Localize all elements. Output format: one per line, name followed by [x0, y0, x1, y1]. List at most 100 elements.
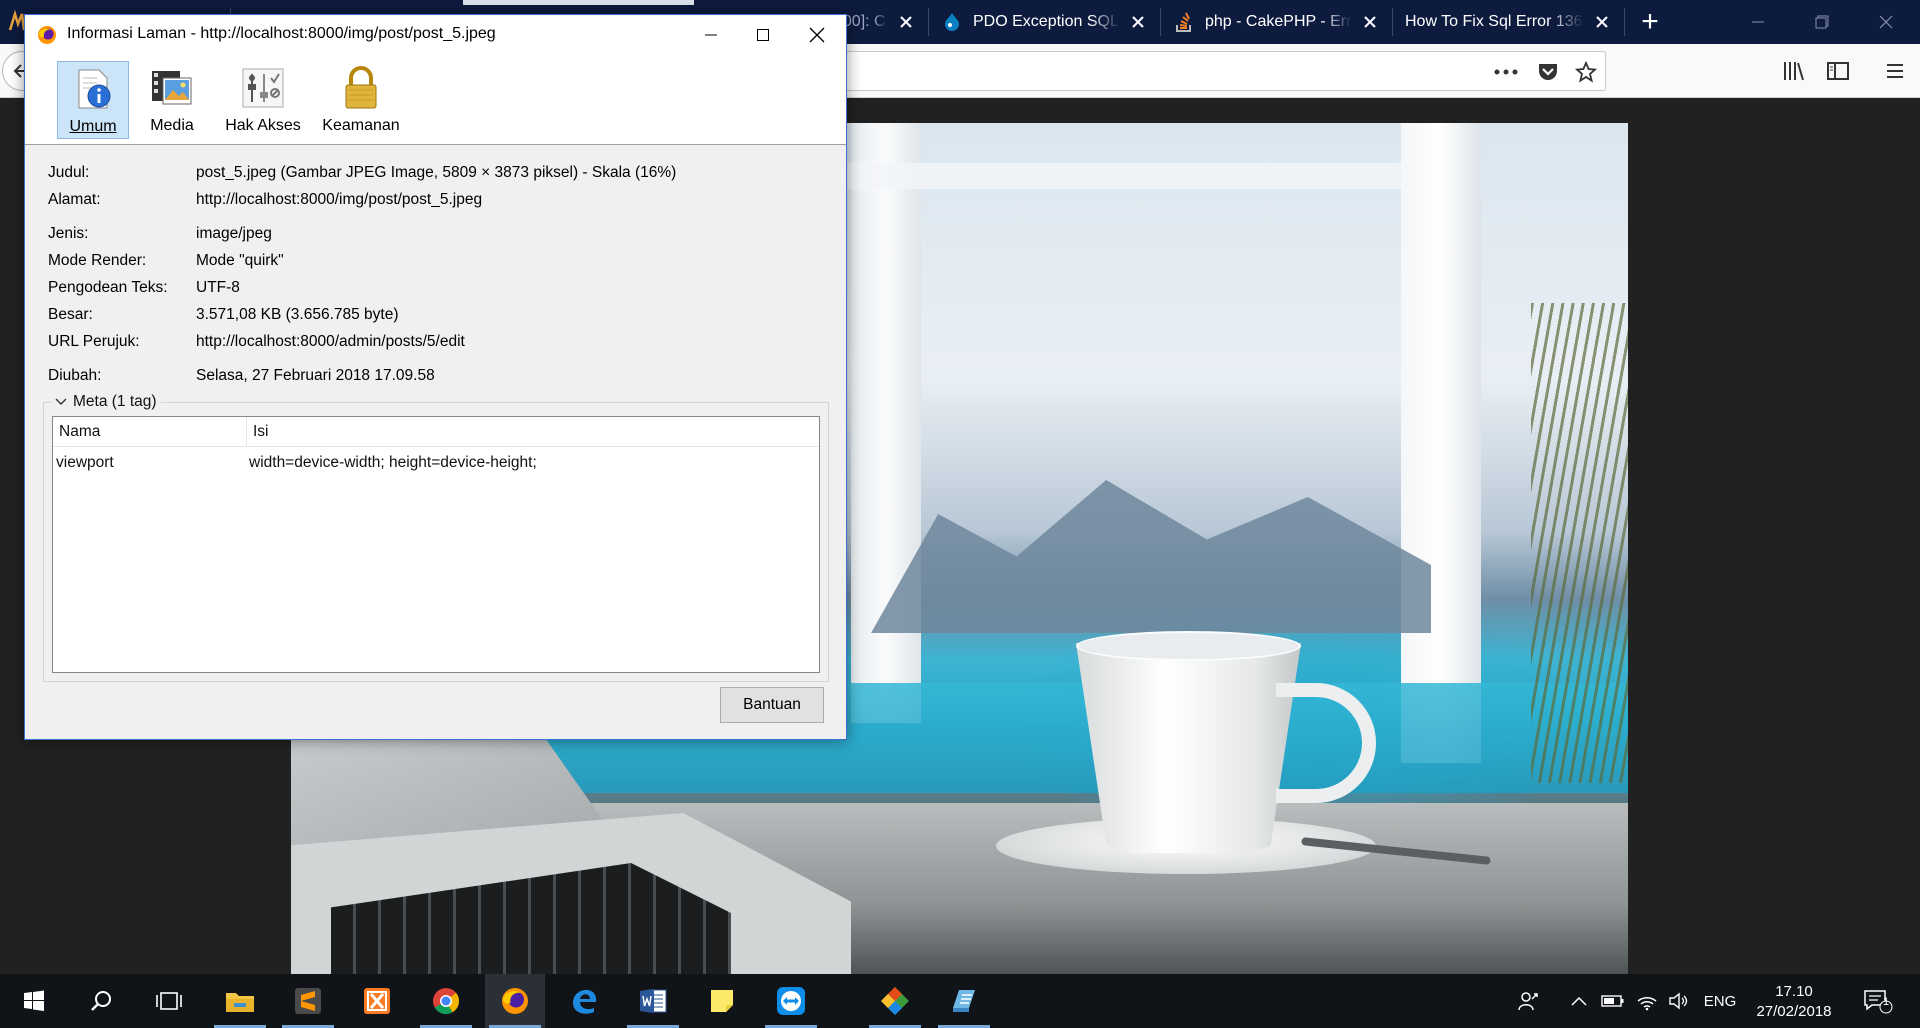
tab-close-icon[interactable]	[1360, 12, 1380, 32]
info-value: http://localhost:8000/admin/posts/5/edit	[196, 333, 465, 350]
tab-media-label: Media	[150, 117, 194, 134]
help-button[interactable]: Bantuan	[720, 687, 824, 723]
dialog-close-button[interactable]	[789, 15, 845, 55]
clock-date: 27/02/2018	[1756, 1003, 1832, 1020]
page-info-dialog: Informasi Laman - http://localhost:8000/…	[24, 14, 847, 740]
dialog-tab-toolbar: Umum Media Hak Akses Keamanan	[25, 55, 846, 145]
start-button[interactable]	[4, 974, 64, 1028]
meta-header-label: Meta (1 tag)	[73, 393, 157, 410]
browser-minimize-button[interactable]	[1730, 0, 1786, 44]
dialog-maximize-button[interactable]	[735, 15, 791, 55]
table-row[interactable]: viewport width=device-width; height=devi…	[53, 449, 819, 477]
info-row-pengodean: Pengodean Teks: UTF-8	[25, 279, 846, 301]
active-tab-strip	[463, 0, 694, 5]
tab-keamanan[interactable]: Keamanan	[315, 61, 407, 139]
git-icon[interactable]	[865, 974, 925, 1028]
hamburger-menu-icon[interactable]	[1880, 56, 1910, 86]
clock-time: 17.10	[1775, 983, 1813, 1000]
info-label: Diubah:	[48, 367, 102, 384]
file-explorer-icon[interactable]	[210, 974, 270, 1028]
tab-close-icon[interactable]	[896, 12, 916, 32]
tab-label: php - CakePHP - Err	[1205, 13, 1352, 30]
info-row-url-perujuk: URL Perujuk: http://localhost:8000/admin/…	[25, 333, 846, 355]
browser-close-button[interactable]	[1858, 0, 1914, 44]
info-label: Pengodean Teks:	[48, 279, 168, 296]
teamviewer-icon[interactable]	[761, 974, 821, 1028]
info-row-besar: Besar: 3.571,08 KB (3.656.785 byte)	[25, 306, 846, 328]
page-actions-icon[interactable]	[1491, 62, 1521, 82]
tab-close-icon[interactable]	[1128, 12, 1148, 32]
sidebar-icon[interactable]	[1823, 56, 1853, 86]
chrome-icon[interactable]	[416, 974, 476, 1028]
meta-table[interactable]: Nama Isi viewport width=device-width; he…	[52, 416, 820, 673]
info-value: UTF-8	[196, 279, 240, 296]
browser-restore-button[interactable]	[1794, 0, 1850, 44]
pocket-icon[interactable]	[1535, 60, 1561, 84]
info-label: Mode Render:	[48, 252, 147, 269]
language-indicator[interactable]: ENG	[1698, 974, 1742, 1028]
media-icon	[149, 65, 195, 111]
info-label: Alamat:	[48, 191, 101, 208]
info-value: Selasa, 27 Februari 2018 17.09.58	[196, 367, 435, 384]
tab-umum[interactable]: Umum	[57, 61, 129, 139]
tab-cakephp[interactable]: php - CakePHP - Err	[1161, 0, 1392, 44]
tab-close-icon[interactable]	[1592, 12, 1612, 32]
people-icon[interactable]	[1510, 974, 1546, 1028]
info-row-diubah: Diubah: Selasa, 27 Februari 2018 17.09.58	[25, 367, 846, 389]
bookmark-star-icon[interactable]	[1573, 60, 1599, 84]
sticky-notes-icon[interactable]	[692, 974, 752, 1028]
column-header-nama[interactable]: Nama	[53, 417, 246, 447]
dialog-title: Informasi Laman - http://localhost:8000/…	[67, 25, 496, 42]
tab-hak-akses-label: Hak Akses	[225, 117, 301, 134]
new-tab-button[interactable]: +	[1630, 0, 1670, 44]
action-center-icon[interactable]: 1	[1858, 974, 1898, 1028]
info-row-judul: Judul: post_5.jpeg (Gambar JPEG Image, 58…	[25, 164, 846, 186]
sublime-text-icon[interactable]	[278, 974, 338, 1028]
meta-toggle[interactable]: Meta (1 tag)	[51, 391, 161, 413]
drupal-icon	[941, 11, 963, 33]
info-value: Mode "quirk"	[196, 252, 284, 269]
tab-label: PDO Exception SQL	[973, 13, 1119, 30]
task-view-icon[interactable]	[139, 974, 199, 1028]
wifi-icon[interactable]	[1632, 974, 1662, 1028]
tab-pdo-exception[interactable]: PDO Exception SQL	[929, 0, 1160, 44]
info-row-jenis: Jenis: image/jpeg	[25, 225, 846, 247]
firefox-icon[interactable]	[485, 974, 545, 1028]
info-row-mode-render: Mode Render: Mode "quirk"	[25, 252, 846, 274]
info-value: image/jpeg	[196, 225, 272, 242]
xampp-icon[interactable]	[347, 974, 407, 1028]
info-label: URL Perujuk:	[48, 333, 140, 350]
windows-taskbar: ENG 17.10 27/02/2018 1	[0, 974, 1920, 1028]
meta-table-header: Nama Isi	[53, 417, 819, 447]
info-label: Judul:	[48, 164, 90, 181]
tab-hak-akses[interactable]: Hak Akses	[215, 61, 311, 139]
battery-icon[interactable]	[1598, 974, 1628, 1028]
chevron-down-icon	[53, 394, 69, 410]
dialog-minimize-button[interactable]	[683, 15, 739, 55]
info-label: Jenis:	[48, 225, 89, 242]
word-icon[interactable]	[623, 974, 683, 1028]
library-icon[interactable]	[1779, 56, 1809, 86]
dialog-titlebar[interactable]: Informasi Laman - http://localhost:8000/…	[25, 15, 846, 55]
info-row-alamat: Alamat: http://localhost:8000/img/post/po…	[25, 191, 846, 213]
tab-media[interactable]: Media	[137, 61, 207, 139]
show-hidden-icons-chevron[interactable]	[1564, 974, 1594, 1028]
tab-sql-error-1364[interactable]: How To Fix Sql Error 136	[1393, 0, 1624, 44]
edge-icon[interactable]	[554, 974, 614, 1028]
tab-label: How To Fix Sql Error 136	[1405, 13, 1583, 30]
taskbar-clock[interactable]: 17.10 27/02/2018	[1748, 982, 1840, 1022]
search-icon[interactable]	[71, 974, 131, 1028]
notification-count-badge: 1	[1882, 996, 1890, 1008]
volume-icon[interactable]	[1664, 974, 1694, 1028]
meta-content-cell: width=device-width; height=device-height…	[249, 454, 537, 471]
plus-icon: +	[1641, 5, 1659, 38]
info-page-icon	[70, 66, 116, 112]
column-header-isi[interactable]: Isi	[246, 417, 819, 447]
meta-name-cell: viewport	[56, 454, 114, 471]
info-value: 3.571,08 KB (3.656.785 byte)	[196, 306, 399, 323]
info-value: http://localhost:8000/img/post/post_5.jp…	[196, 191, 483, 208]
info-label: Besar:	[48, 306, 93, 323]
permissions-icon	[240, 65, 286, 111]
firefox-logo-icon	[37, 25, 57, 45]
app-icon[interactable]	[934, 974, 994, 1028]
